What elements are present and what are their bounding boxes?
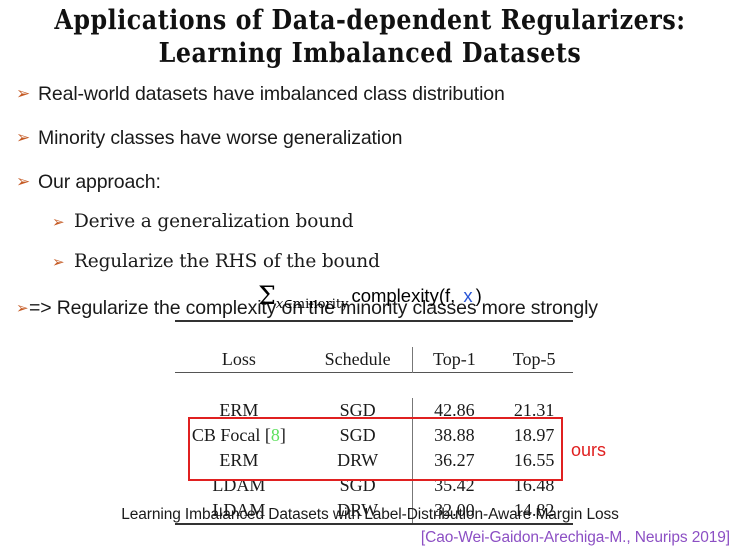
formula-body-prefix: complexity(f, <box>351 285 461 306</box>
cell-top1: 35.42 <box>412 473 496 498</box>
table-rule-mid <box>175 372 573 398</box>
cell-top5: 16.55 <box>513 450 555 470</box>
bullet-item-3: ➢ Our approach: <box>16 168 726 202</box>
cell-schedule: SGD <box>339 400 376 420</box>
cell-loss: ERM <box>219 400 259 420</box>
bullet-item-5: ➢ Regularize the RHS of the bound <box>16 248 726 282</box>
title-line-2: Learning Imbalanced Datasets <box>158 38 582 69</box>
bullet-label-5: Regularize the RHS of the bound <box>74 251 380 272</box>
cell-loss: LDAM <box>212 475 266 495</box>
cell-schedule: SGD <box>339 425 376 445</box>
page-title: Applications of Data-dependent Regulariz… <box>0 4 740 70</box>
sigma-symbol: Σ <box>258 281 276 310</box>
bullet-arrow-icon: ➢ <box>16 172 31 192</box>
bullet-label-4: Derive a generalization bound <box>74 211 354 232</box>
bullet-label-1: Real-world datasets have imbalanced clas… <box>38 83 505 105</box>
column-header-loss: Loss <box>221 349 256 369</box>
table-row: LDAM SGD 35.42 16.48 <box>175 473 573 498</box>
column-header-schedule: Schedule <box>324 349 391 369</box>
formula-body-var: x <box>463 285 473 306</box>
bullet-arrow-icon: ➢ <box>52 253 65 271</box>
ours-annotation: ours <box>571 440 607 460</box>
cell-schedule: DRW <box>337 450 379 470</box>
paper-citation: [Cao-Wei-Gaidon-Arechiga-M., Neurips 201… <box>420 529 730 546</box>
bullet-item-2: ➢ Minority classes have worse generaliza… <box>16 124 726 162</box>
cell-top5: 16.48 <box>513 475 555 495</box>
formula-body-suffix: ) <box>475 285 482 306</box>
cell-top1: 36.27 <box>412 448 496 473</box>
formula-subscript-rest: ∈minority <box>283 297 349 312</box>
cell-top1: 42.86 <box>412 398 496 423</box>
cell-loss: CB Focal [8] <box>175 423 303 448</box>
table-rule-top <box>175 320 573 347</box>
formula-subscript: x∈minority <box>276 297 349 312</box>
bullet-arrow-icon: ➢ <box>16 84 31 104</box>
bullet-label-2: Minority classes have worse generalizati… <box>38 127 403 149</box>
cell-loss-suffix: ] <box>279 425 286 445</box>
cell-top5: 18.97 <box>513 425 555 445</box>
cell-loss-text: CB Focal [ <box>191 425 271 445</box>
table-row: CB Focal [8] SGD 38.88 18.97 <box>175 423 573 448</box>
column-header-top5: Top-5 <box>512 349 556 369</box>
bullet-arrow-icon: ➢ <box>16 128 31 148</box>
complexity-formula: Σx∈minority complexity(f, x) <box>0 281 740 312</box>
title-line-1: Applications of Data-dependent Regulariz… <box>54 5 686 36</box>
cell-top5: 21.31 <box>513 400 555 420</box>
cell-schedule: SGD <box>339 475 376 495</box>
table-row: ERM SGD 42.86 21.31 <box>175 398 573 423</box>
citation-link[interactable]: 8 <box>271 425 280 445</box>
table-row: ERM DRW 36.27 16.55 <box>175 448 573 473</box>
cell-top1: 38.88 <box>412 423 496 448</box>
column-header-top1: Top-1 <box>412 347 496 373</box>
paper-title-caption: Learning Imbalanced Datasets with Label-… <box>121 506 619 523</box>
bullet-item-1: ➢ Real-world datasets have imbalanced cl… <box>16 80 726 118</box>
bullet-label-3: Our approach: <box>38 171 161 193</box>
cell-loss: ERM <box>219 450 259 470</box>
bullet-arrow-icon: ➢ <box>52 213 65 231</box>
table-header-row: Loss Schedule Top-1 Top-5 <box>175 347 573 373</box>
bullet-item-4: ➢ Derive a generalization bound <box>16 208 726 242</box>
